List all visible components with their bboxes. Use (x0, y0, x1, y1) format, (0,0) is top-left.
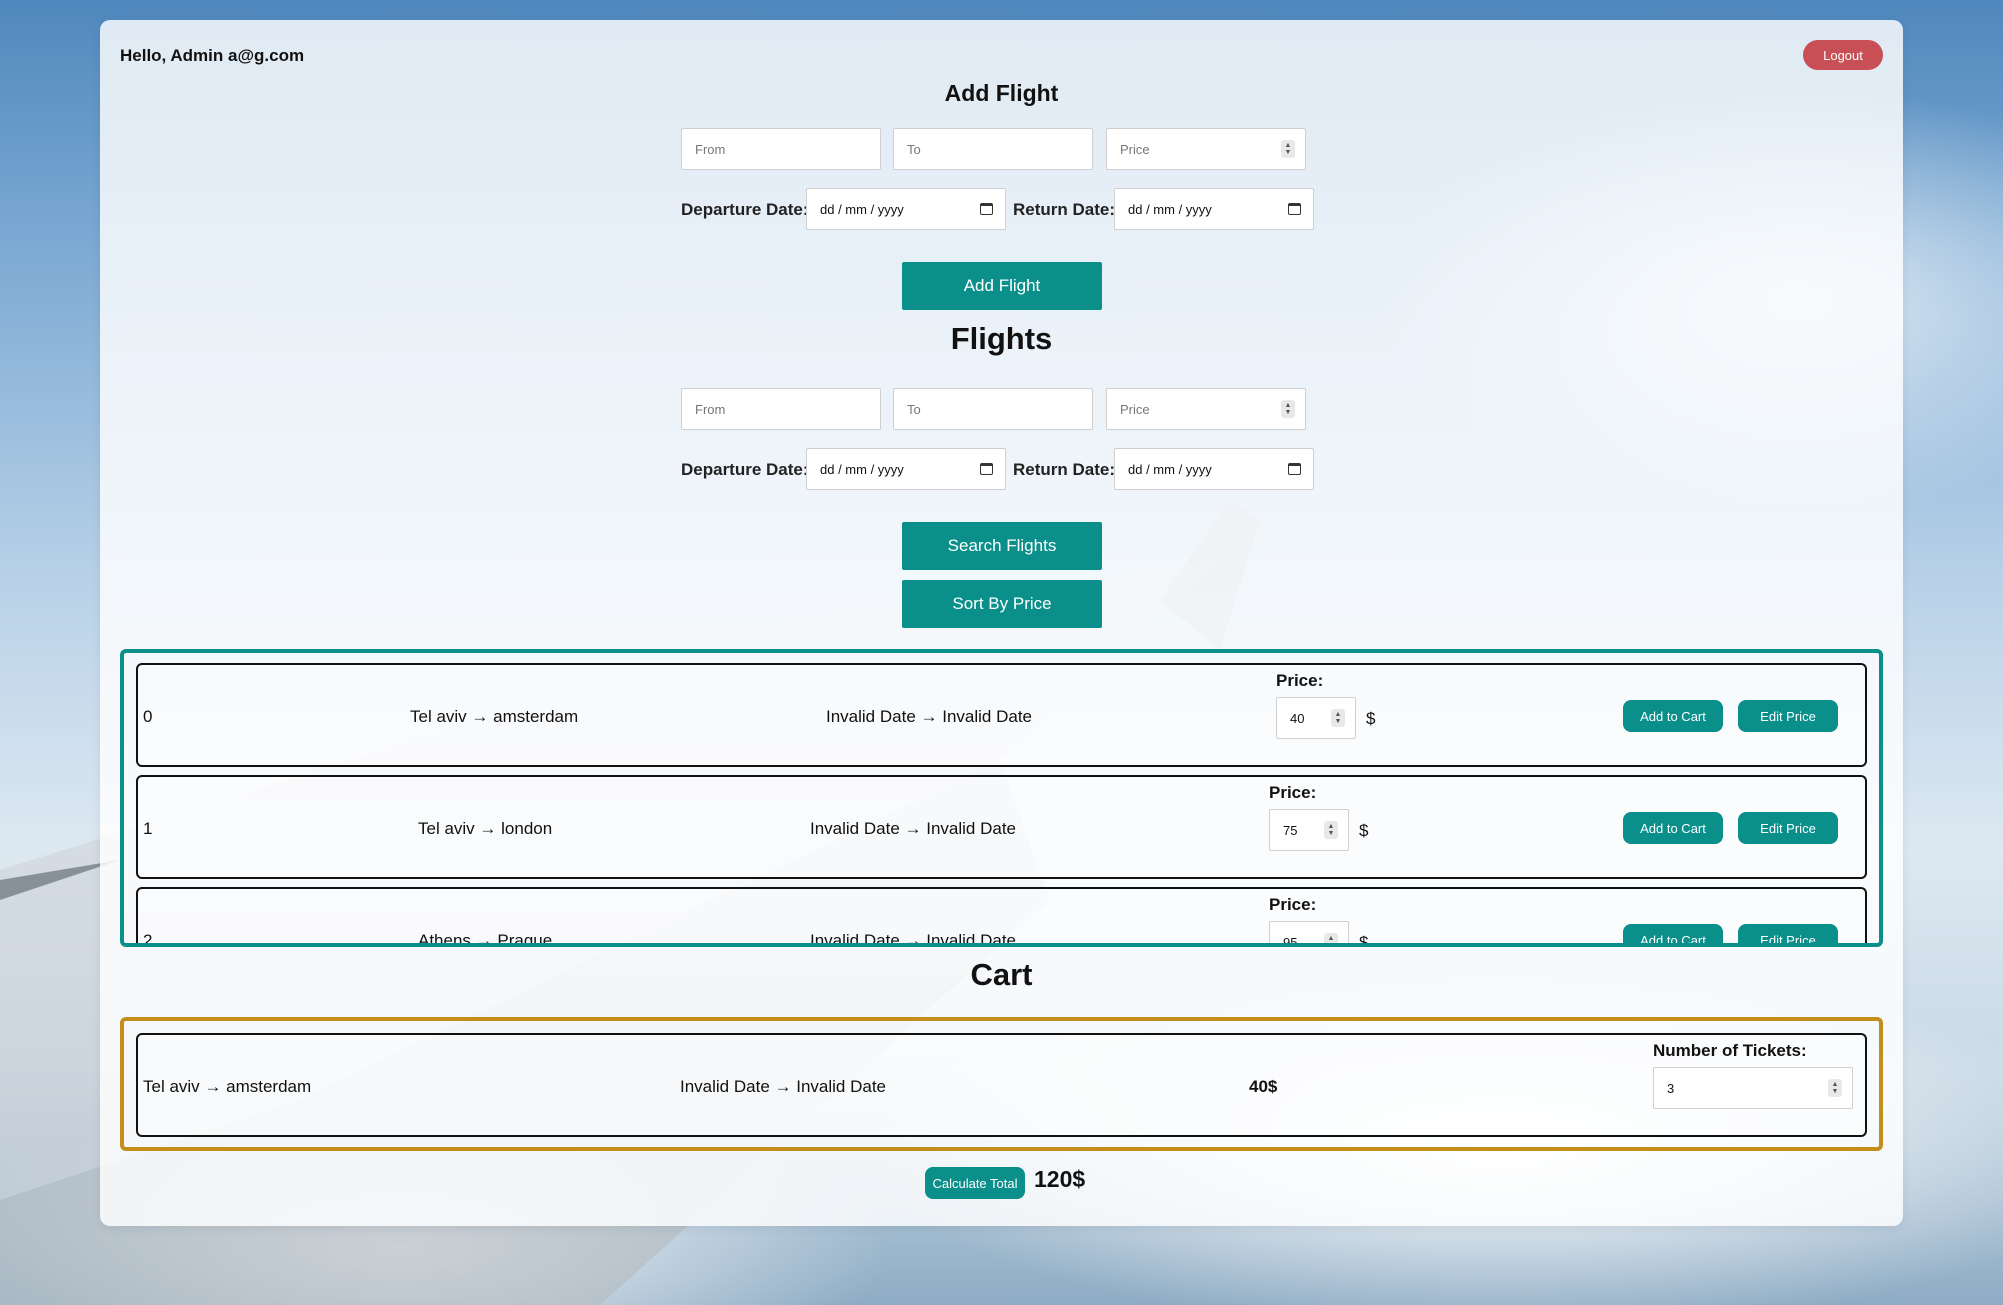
flight-id: 1 (143, 819, 153, 838)
cart-item-dates: Invalid Date → Invalid Date (680, 1077, 886, 1096)
edit-price-button[interactable]: Edit Price (1738, 700, 1838, 732)
price-value: 40 (1290, 710, 1305, 726)
search-departure-date-input[interactable]: dd / mm / yyyy (806, 448, 1006, 490)
spinner-icon[interactable]: ▲ ▼ (1324, 821, 1338, 839)
add-to-cart-button[interactable]: Add to Cart (1623, 700, 1723, 732)
add-return-date-input[interactable]: dd / mm / yyyy (1114, 188, 1314, 230)
currency-symbol: $ (1359, 821, 1369, 840)
spinner-icon[interactable]: ▲ ▼ (1281, 140, 1295, 158)
search-departure-label: Departure Date: (681, 460, 809, 479)
cart-list: Tel aviv → amsterdam Invalid Date → Inva… (120, 1017, 1883, 1151)
add-return-label: Return Date: (1013, 200, 1116, 219)
calculate-total-button[interactable]: Calculate Total (925, 1167, 1025, 1199)
price-input[interactable]: 95 ▲ ▼ (1269, 921, 1349, 947)
spinner-icon[interactable]: ▲ ▼ (1331, 709, 1345, 727)
calendar-icon[interactable] (980, 203, 993, 215)
add-flight-title: Add Flight (944, 80, 1059, 106)
search-departure-date-value: dd / mm / yyyy (820, 461, 904, 477)
flights-title: Flights (950, 321, 1053, 356)
search-price-input[interactable]: Price ▲ ▼ (1106, 388, 1306, 430)
add-return-date-value: dd / mm / yyyy (1128, 201, 1212, 217)
search-return-date-input[interactable]: dd / mm / yyyy (1114, 448, 1314, 490)
main-panel: Hello, Admin a@g.com Logout Add Flight F… (100, 20, 1903, 1226)
spinner-icon[interactable]: ▲ ▼ (1281, 400, 1295, 418)
price-label: Price: (1269, 783, 1317, 802)
flight-route: Athens → Prague (418, 931, 553, 947)
spinner-icon[interactable]: ▲ ▼ (1828, 1079, 1842, 1097)
search-from-input[interactable]: From (681, 388, 881, 430)
add-price-placeholder: Price (1120, 141, 1150, 157)
add-departure-date-value: dd / mm / yyyy (820, 201, 904, 217)
edit-price-button[interactable]: Edit Price (1738, 812, 1838, 844)
flight-route: Tel aviv → amsterdam (410, 707, 579, 726)
search-to-input[interactable]: To (893, 388, 1093, 430)
tickets-label: Number of Tickets: (1653, 1041, 1807, 1060)
search-return-date-value: dd / mm / yyyy (1128, 461, 1212, 477)
add-departure-date-input[interactable]: dd / mm / yyyy (806, 188, 1006, 230)
calendar-icon[interactable] (980, 463, 993, 475)
flight-dates: Invalid Date → Invalid Date (810, 819, 1016, 838)
add-price-input[interactable]: Price ▲ ▼ (1106, 128, 1306, 170)
flight-row: 2 Athens → Prague Invalid Date → Invalid… (136, 887, 1867, 947)
cart-total: 120$ (1034, 1166, 1086, 1192)
flight-route: Tel aviv → london (418, 819, 553, 838)
spinner-icon[interactable]: ▲ ▼ (1324, 933, 1338, 943)
add-to-cart-button[interactable]: Add to Cart (1623, 812, 1723, 844)
tickets-input[interactable]: 3 ▲ ▼ (1653, 1067, 1853, 1109)
cart-item-price: 40$ (1249, 1077, 1278, 1096)
price-input[interactable]: 40 ▲ ▼ (1276, 697, 1356, 739)
add-departure-label: Departure Date: (681, 200, 809, 219)
calendar-icon[interactable] (1288, 463, 1301, 475)
user-greeting: Hello, Admin a@g.com (120, 46, 305, 65)
flights-list[interactable]: 0 Tel aviv → amsterdam Invalid Date → In… (120, 649, 1883, 947)
search-flights-button[interactable]: Search Flights (902, 522, 1102, 570)
add-to-input[interactable]: To (893, 128, 1093, 170)
flight-id: 0 (143, 707, 153, 726)
price-value: 95 (1283, 934, 1298, 947)
cart-item: Tel aviv → amsterdam Invalid Date → Inva… (136, 1033, 1867, 1137)
currency-symbol: $ (1359, 933, 1369, 947)
flight-dates: Invalid Date → Invalid Date (810, 931, 1016, 947)
cart-item-route: Tel aviv → amsterdam (143, 1077, 312, 1096)
add-from-input[interactable]: From (681, 128, 881, 170)
price-label: Price: (1276, 671, 1324, 690)
edit-price-button[interactable]: Edit Price (1738, 924, 1838, 943)
flight-dates: Invalid Date → Invalid Date (826, 707, 1032, 726)
tickets-value: 3 (1667, 1080, 1675, 1096)
search-return-label: Return Date: (1013, 460, 1116, 479)
logout-button[interactable]: Logout (1803, 40, 1883, 70)
add-flight-button[interactable]: Add Flight (902, 262, 1102, 310)
flight-id: 2 (143, 931, 153, 947)
cart-title: Cart (970, 957, 1033, 992)
price-input[interactable]: 75 ▲ ▼ (1269, 809, 1349, 851)
flight-row: 0 Tel aviv → amsterdam Invalid Date → In… (136, 663, 1867, 767)
flight-row: 1 Tel aviv → london Invalid Date → Inval… (136, 775, 1867, 879)
add-to-cart-button[interactable]: Add to Cart (1623, 924, 1723, 943)
price-label: Price: (1269, 895, 1317, 914)
price-value: 75 (1283, 822, 1298, 838)
sort-by-price-button[interactable]: Sort By Price (902, 580, 1102, 628)
calendar-icon[interactable] (1288, 203, 1301, 215)
search-price-placeholder: Price (1120, 401, 1150, 417)
currency-symbol: $ (1366, 709, 1376, 728)
